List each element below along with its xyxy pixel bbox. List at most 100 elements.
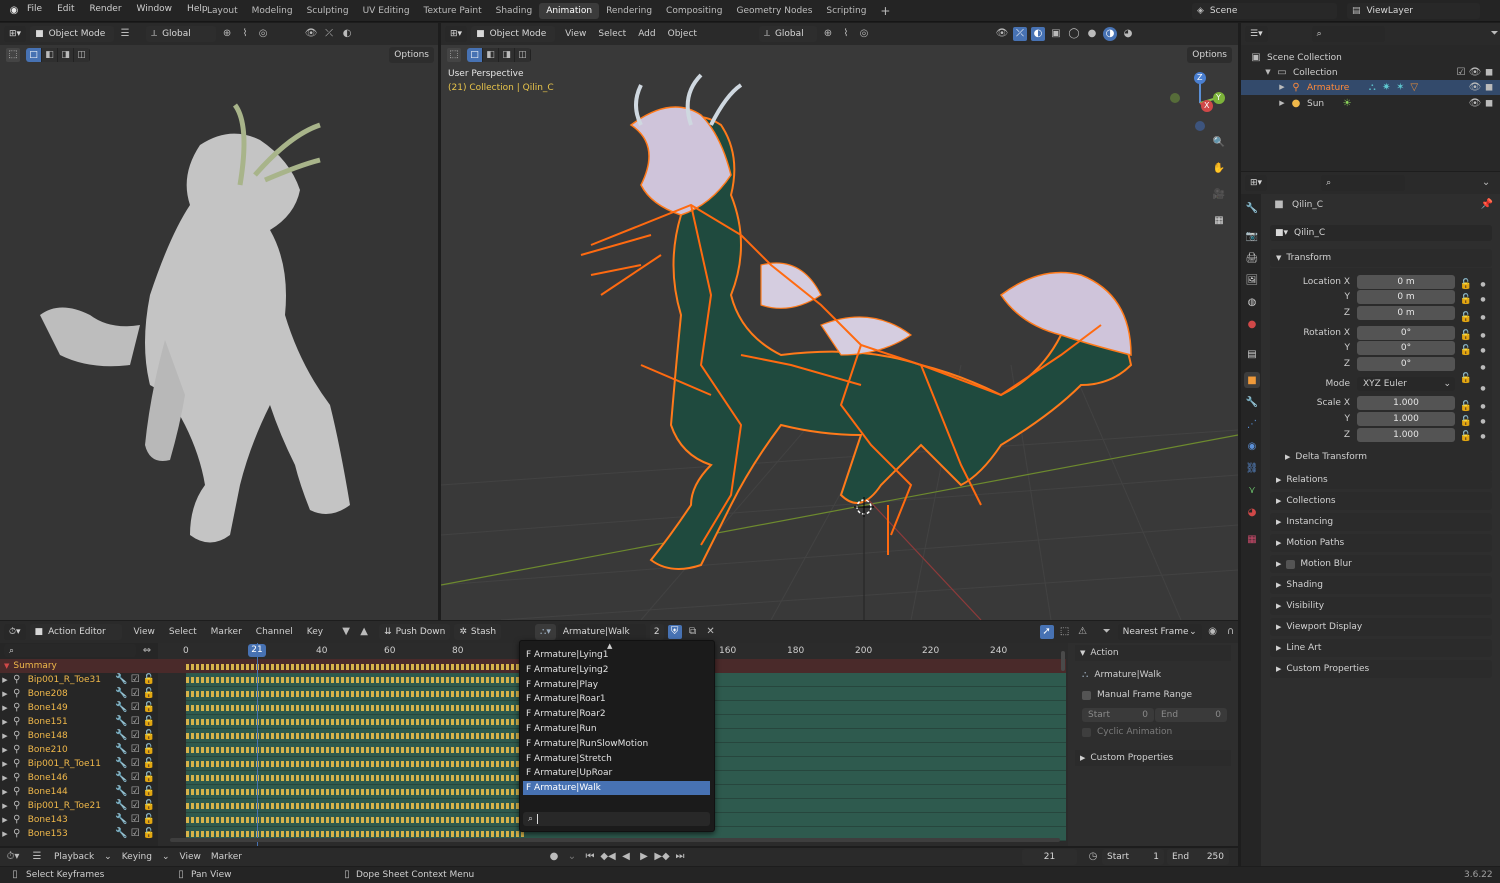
duplicate-icon[interactable]: ⧉ [686,625,700,639]
channel-row[interactable]: ▶ ⚲ Bip001_R_Toe11 🔧 ☑ 🔓 [0,757,156,771]
lock-icon[interactable]: 🔓 [142,785,156,799]
action-editor[interactable]: ⏱▾ ■ Action Editor View Select Marker Cha… [0,621,1238,846]
lock-icon[interactable]: 🔓 [142,813,156,827]
next-keyframe-icon[interactable]: ▶◆ [654,850,669,864]
manual-frame-range-toggle[interactable]: Manual Frame Range [1082,690,1192,700]
stash-button[interactable]: ✲ Stash [454,624,502,640]
menu-select[interactable]: Select [598,29,626,39]
collapse-arrow-icon[interactable]: ▼ [4,662,9,670]
channel-row[interactable]: ▶ ⚲ Bone208 🔧 ☑ 🔓 [0,687,156,701]
rotation-x-field[interactable]: 0° [1357,326,1455,340]
channel-row[interactable]: ▶ ⚲ Bone143 🔧 ☑ 🔓 [0,813,156,827]
jump-start-icon[interactable]: ⏮ [583,850,597,864]
select-new-icon[interactable]: □ [467,48,483,62]
select-tool-icon[interactable]: ⬚ [6,48,20,62]
outliner-search[interactable]: ⌕ [1311,26,1385,42]
menu-channel[interactable]: Channel [256,627,293,637]
select-extend-icon[interactable]: ◧ [42,48,58,62]
outliner-row[interactable]: ▶ ● Sun ☀ 👁 ◼ [1241,96,1500,111]
filter-icon[interactable]: ⏷ [1100,625,1114,639]
show-hidden-icon[interactable]: ⬚ [1058,625,1072,639]
wrench-icon[interactable]: 🔧 [115,729,129,743]
range-start-field[interactable]: Start 0 [1082,708,1154,722]
pin-icon[interactable]: 📌 [1480,198,1494,212]
wrench-icon[interactable]: 🔧 [115,715,129,729]
keyframe-dot-icon[interactable]: ● [1476,429,1490,444]
panel-instancing[interactable]: ▶ Instancing [1270,513,1492,531]
action-users-count[interactable]: 2 [649,624,664,640]
delta-transform-subpanel[interactable]: ▶ Delta Transform [1285,452,1367,462]
menu-marker[interactable]: Marker [211,627,242,637]
tab-texture-paint[interactable]: Texture Paint [417,3,489,19]
expand-arrow-icon[interactable]: ▶ [0,813,10,827]
tab-compositing[interactable]: Compositing [659,3,729,19]
panel-visibility[interactable]: ▶ Visibility [1270,597,1492,615]
panel-motion-blur[interactable]: ▶ Motion Blur [1270,555,1492,573]
fake-user-shield-icon[interactable]: ⛨ [667,625,682,639]
play-icon[interactable]: ▶ [637,850,651,864]
object-tab-icon[interactable]: ■ [1244,372,1260,388]
lock-icon[interactable]: 🔓 [142,757,156,771]
keyframe-dot-icon[interactable]: ● [1476,307,1490,328]
custom-properties-panel[interactable]: ▶ Custom Properties [1075,750,1231,766]
tab-rendering[interactable]: Rendering [599,3,659,19]
main-viewport[interactable]: ⊞▾ ■ Object Mode View Select Add Object ⟂… [441,23,1238,620]
lock-icon[interactable]: 🔓 [1459,343,1473,358]
channel-row[interactable]: ▶ ⚲ Bone151 🔧 ☑ 🔓 [0,715,156,729]
editor-type-icon[interactable]: ⊞▾ [1245,175,1268,191]
checkbox-icon[interactable]: ☑ [128,813,142,827]
clock-icon[interactable]: ◷ [1086,850,1100,864]
falloff-icon[interactable]: ∩ [1224,625,1238,639]
checkbox-icon[interactable]: ☑ [128,701,142,715]
channel-row[interactable]: ▶ ⚲ Bone148 🔧 ☑ 🔓 [0,729,156,743]
panel-relations[interactable]: ▶ Relations [1270,471,1492,489]
lock-icon[interactable]: 🔓 [1459,292,1473,307]
action-dropdown-item[interactable]: F Armature|Walk [523,781,710,796]
eye-icon[interactable]: 👁 [1468,81,1482,95]
scene-selector[interactable]: ◈ Scene [1192,3,1337,19]
checkbox-icon[interactable]: ☑ [128,799,142,813]
channel-row[interactable]: ▶ ⚲ Bone146 🔧 ☑ 🔓 [0,771,156,785]
gizmo-icon[interactable]: ⤫ [1012,27,1027,41]
checkbox-icon[interactable]: ☑ [128,785,142,799]
rotation-z-field[interactable]: 0° [1357,357,1455,371]
collection-tab-icon[interactable]: ▤ [1244,346,1260,362]
menu-key[interactable]: Key [307,627,323,637]
eye-icon[interactable]: 👁 [1468,66,1482,80]
orientation-dropdown[interactable]: ⟂ Global [758,26,817,42]
chevron-down-icon[interactable]: ⌄ [162,852,170,862]
tab-layout[interactable]: Layout [200,3,245,19]
wrench-icon[interactable]: 🔧 [115,673,129,687]
filter-icon[interactable]: ⏷ [1489,27,1500,41]
hamburger-icon[interactable]: ☰ [118,27,132,41]
tab-uv-editing[interactable]: UV Editing [356,3,417,19]
menu-marker[interactable]: Marker [211,852,242,862]
wrench-icon[interactable]: 🔧 [115,743,129,757]
navigation-gizmo[interactable]: Z Y X [1167,68,1227,133]
checkbox-icon[interactable]: ☑ [128,743,142,757]
keyframe-dot-icon[interactable]: ● [1476,358,1490,378]
editor-type-icon[interactable]: ☰▾ [1245,26,1268,42]
checkbox-icon[interactable]: ☑ [128,827,142,841]
keyframe-dot-icon[interactable]: ● [1476,292,1490,307]
wrench-icon[interactable]: 🔧 [115,771,129,785]
action-dropdown-item[interactable]: F Armature|Lying2 [526,663,710,677]
push-down-button[interactable]: ⇊ Push Down [379,624,451,640]
tab-geometry-nodes[interactable]: Geometry Nodes [729,3,819,19]
action-dropdown-item[interactable]: F Armature|Roar2 [526,707,710,721]
expand-arrow-icon[interactable]: ▶ [1275,81,1289,95]
lock-icon[interactable]: 🔓 [142,701,156,715]
rotation-y-field[interactable]: 0° [1357,341,1455,355]
menu-edit[interactable]: Edit [57,4,74,14]
swap-icon[interactable]: ⇔ [140,644,154,658]
layer-up-icon[interactable]: ▲ [357,625,371,639]
menu-window[interactable]: Window [137,4,173,14]
editor-type-icon[interactable]: ⊞▾ [4,26,27,42]
checkbox-icon[interactable]: ☑ [128,757,142,771]
editor-type-icon[interactable]: ⊞▾ [445,26,468,42]
keyframe-dot-icon[interactable]: ● [1476,343,1490,358]
checkbox-icon[interactable] [1082,690,1091,700]
channel-row[interactable]: ▶ ⚲ Bone210 🔧 ☑ 🔓 [0,743,156,757]
chevron-down-icon[interactable]: ⌄ [565,850,579,864]
select-invert-icon[interactable]: ◫ [74,48,90,62]
